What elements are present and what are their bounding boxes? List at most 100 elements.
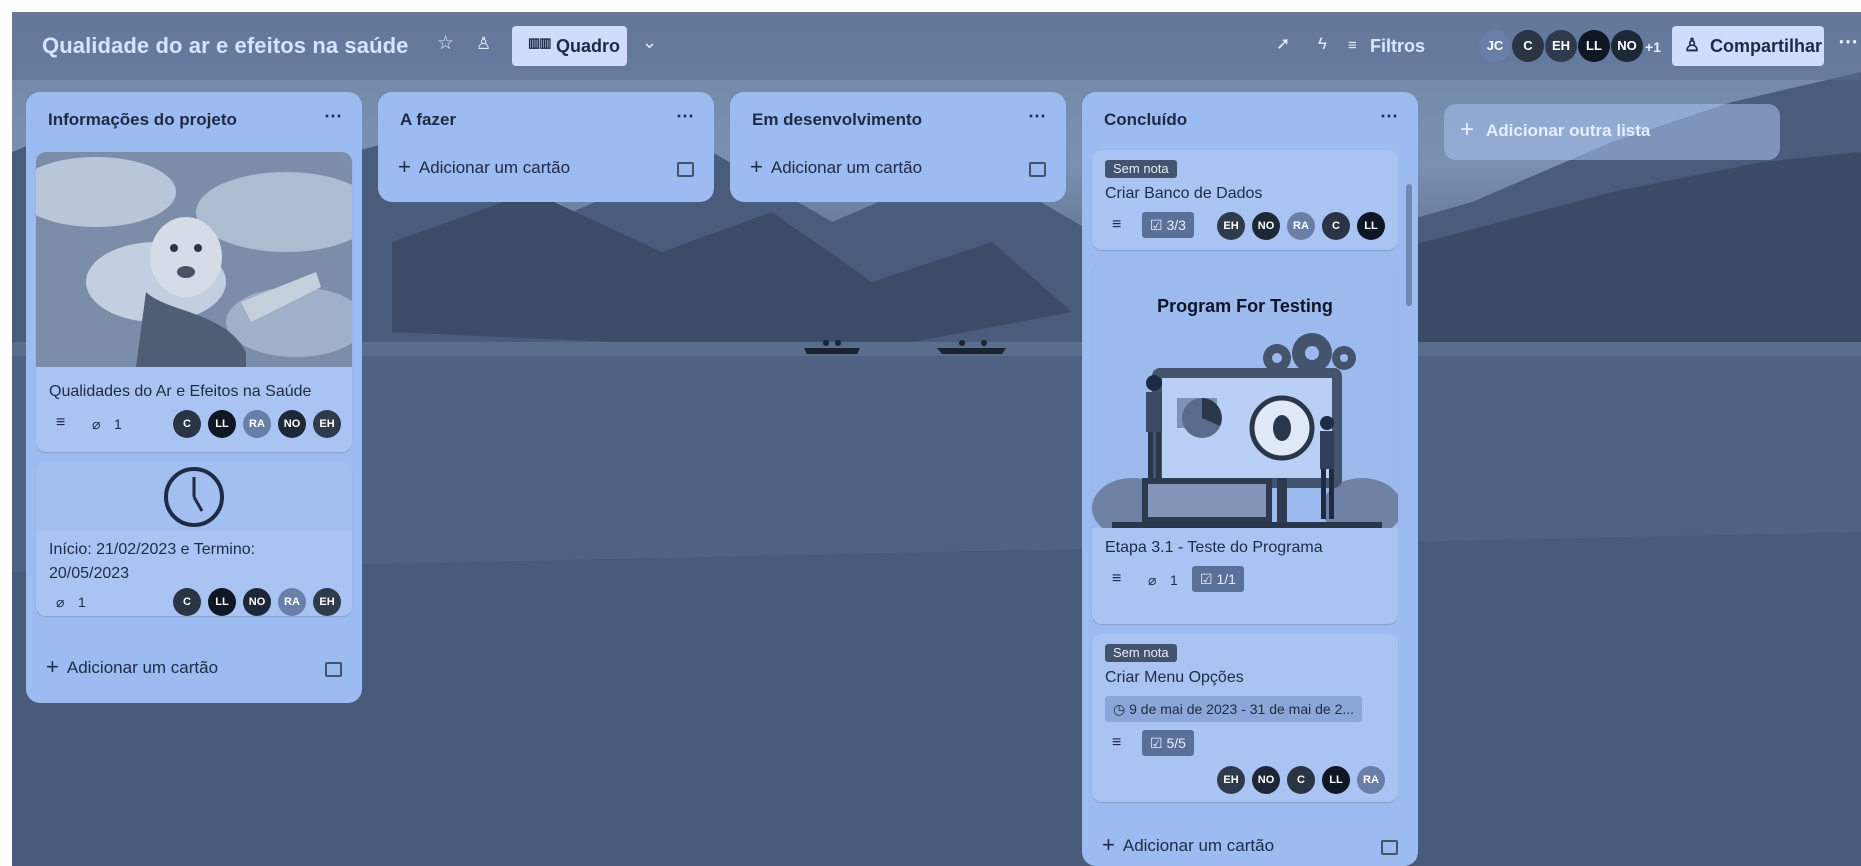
board-view-label: Quadro: [556, 36, 621, 56]
checklist-icon: ☑: [1200, 571, 1217, 587]
member-avatar[interactable]: LL: [1357, 212, 1385, 240]
member-avatar[interactable]: LL: [1322, 766, 1350, 794]
share-person-icon: ♙: [1684, 35, 1701, 55]
board-header: Qualidade do ar e efeitos na saúde ☆ ♙ ▥…: [12, 12, 1861, 80]
list-todo: A fazer ⋯ + Adicionar um cartão: [378, 92, 714, 202]
list-scrollbar[interactable]: [1406, 184, 1412, 306]
card-dates[interactable]: Início: 21/02/2023 e Termino: 20/05/2023…: [36, 462, 352, 616]
add-card-button[interactable]: + Adicionar um cartão: [1102, 832, 1274, 858]
clock-icon: [164, 467, 224, 527]
member-avatar[interactable]: C: [1287, 766, 1315, 794]
label-badge: Sem nota: [1105, 160, 1177, 178]
member-avatar[interactable]: RA: [243, 410, 271, 438]
description-icon: ≡: [56, 414, 66, 431]
member-avatar[interactable]: NO: [1252, 766, 1280, 794]
filter-icon[interactable]: ≡: [1348, 36, 1357, 56]
share-button[interactable]: ♙ Compartilhar: [1672, 26, 1824, 66]
member-avatar[interactable]: NO: [1252, 212, 1280, 240]
card-cover-baby-photo: [36, 152, 352, 367]
more-icon[interactable]: ⋯: [1380, 106, 1398, 127]
attachment-count: 1: [114, 416, 122, 432]
card-air-quality[interactable]: Qualidades do Ar e Efeitos na Saúde ≡ ⌀ …: [36, 152, 352, 452]
member-avatar[interactable]: LL: [1578, 30, 1610, 62]
member-avatar[interactable]: NO: [278, 410, 306, 438]
checklist-icon: ☑: [1150, 735, 1167, 751]
more-icon[interactable]: ⋯: [1028, 106, 1046, 127]
plus-icon: +: [398, 154, 411, 179]
member-avatar[interactable]: EH: [1217, 766, 1245, 794]
attachment-icon: ⌀: [92, 416, 101, 432]
list-title[interactable]: Informações do projeto: [48, 110, 237, 130]
board-view-button[interactable]: ▥▥ Quadro: [512, 26, 627, 66]
due-date-badge: ◷ 9 de mai de 2023 - 31 de mai de 2...: [1105, 696, 1363, 722]
plus-icon: +: [750, 154, 763, 179]
description-icon: ≡: [1112, 216, 1122, 233]
more-icon[interactable]: ⋯: [324, 106, 342, 127]
checklist-badge: ☑ 5/5: [1142, 730, 1194, 756]
checklist-badge: ☑ 3/3: [1142, 212, 1194, 238]
description-icon: ≡: [1112, 570, 1122, 587]
card-title: Início: 21/02/2023 e Termino: 20/05/2023: [49, 541, 256, 582]
add-card-button[interactable]: + Adicionar um cartão: [46, 654, 218, 680]
member-avatar[interactable]: C: [1512, 30, 1544, 62]
member-avatar[interactable]: NO: [1611, 30, 1643, 62]
power-ups-icon[interactable]: ➚: [1276, 34, 1290, 54]
board-title[interactable]: Qualidade do ar e efeitos na saúde: [42, 33, 409, 59]
workspace-visibility-icon[interactable]: ♙: [476, 34, 491, 54]
member-avatar[interactable]: C: [1322, 212, 1350, 240]
filters-button[interactable]: Filtros: [1370, 36, 1425, 57]
add-list-button[interactable]: + Adicionar outra lista: [1444, 104, 1780, 160]
attachment-count: 1: [78, 594, 86, 610]
list-in-development: Em desenvolvimento ⋯ + Adicionar um cartã…: [730, 92, 1066, 202]
card-title: Criar Banco de Dados: [1105, 185, 1263, 202]
card-create-database[interactable]: Sem nota Criar Banco de Dados ≡ ☑ 3/3 EH…: [1092, 150, 1398, 250]
template-icon[interactable]: [1381, 840, 1398, 855]
add-list-label: Adicionar outra lista: [1486, 121, 1651, 140]
board-view-icon: ▥▥: [528, 35, 552, 50]
member-avatar[interactable]: LL: [208, 410, 236, 438]
member-avatar[interactable]: EH: [1217, 212, 1245, 240]
list-title[interactable]: A fazer: [400, 110, 456, 130]
automation-icon[interactable]: ϟ: [1318, 34, 1327, 54]
template-icon[interactable]: [1029, 162, 1046, 177]
cover-title: Program For Testing: [1157, 296, 1333, 316]
more-icon[interactable]: ⋯: [1838, 32, 1858, 52]
add-card-button[interactable]: + Adicionar um cartão: [750, 154, 922, 180]
card-test-program[interactable]: Program For Testing Etapa 3.1 - Teste do…: [1092, 260, 1398, 624]
list-title[interactable]: Em desenvolvimento: [752, 110, 922, 130]
template-icon[interactable]: [677, 162, 694, 177]
checklist-badge: ☑ 1/1: [1192, 566, 1244, 592]
checklist-icon: ☑: [1150, 217, 1167, 233]
member-avatar[interactable]: RA: [1287, 212, 1315, 240]
card-create-options-menu[interactable]: Sem nota Criar Menu Opções ◷ 9 de mai de…: [1092, 634, 1398, 802]
member-avatar[interactable]: EH: [313, 588, 341, 616]
member-avatar[interactable]: EH: [313, 410, 341, 438]
star-icon[interactable]: ☆: [437, 34, 454, 54]
member-avatar[interactable]: RA: [1357, 766, 1385, 794]
attachment-icon: ⌀: [56, 594, 65, 610]
testing-illustration: [1092, 333, 1398, 528]
card-title: Qualidades do Ar e Efeitos na Saúde: [49, 383, 312, 400]
card-title: Criar Menu Opções: [1105, 669, 1244, 686]
plus-icon: +: [1460, 116, 1475, 143]
member-avatar[interactable]: NO: [243, 588, 271, 616]
card-title: Etapa 3.1 - Teste do Programa: [1105, 539, 1323, 556]
description-icon: ≡: [1112, 734, 1122, 751]
more-icon[interactable]: ⋯: [676, 106, 694, 127]
label-badge: Sem nota: [1105, 644, 1177, 662]
list-title[interactable]: Concluído: [1104, 110, 1187, 130]
attachment-icon: ⌀: [1148, 572, 1157, 588]
member-avatar[interactable]: C: [173, 588, 201, 616]
template-icon[interactable]: [325, 662, 342, 677]
chevron-down-icon[interactable]: ⌄: [642, 32, 657, 52]
plus-icon: +: [1102, 832, 1115, 857]
add-card-button[interactable]: + Adicionar um cartão: [398, 154, 570, 180]
board-background: Qualidade do ar e efeitos na saúde ☆ ♙ ▥…: [12, 12, 1861, 866]
member-avatar[interactable]: RA: [278, 588, 306, 616]
member-avatar[interactable]: EH: [1545, 30, 1577, 62]
member-avatar[interactable]: C: [173, 410, 201, 438]
extra-members-count[interactable]: +1: [1645, 37, 1661, 57]
member-avatar[interactable]: LL: [208, 588, 236, 616]
plus-icon: +: [46, 654, 59, 679]
member-avatar[interactable]: JC: [1479, 30, 1511, 62]
